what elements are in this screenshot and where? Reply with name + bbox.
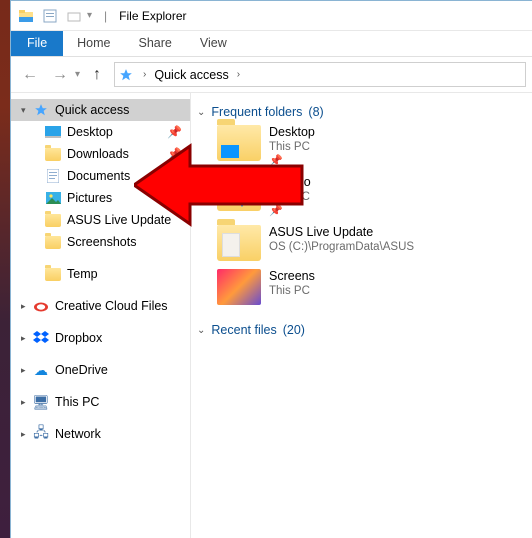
sidebar-item-label: Downloads	[67, 147, 129, 161]
address-bar: ← → ▾ ↑ › Quick access ›	[11, 57, 532, 93]
folder-icon	[45, 234, 61, 250]
titlebar: ▾ | File Explorer	[11, 1, 532, 31]
sidebar-item-label: Desktop	[67, 125, 113, 139]
breadcrumb-chevron-icon[interactable]: ›	[233, 69, 244, 80]
sidebar-item-this-pc[interactable]: 🖥 This PC	[11, 391, 190, 413]
breadcrumb-segment[interactable]: Quick access	[150, 66, 232, 84]
qat-properties-icon[interactable]	[41, 7, 59, 25]
sidebar-item-downloads[interactable]: Downloads 📌	[11, 143, 190, 165]
folder-icon	[217, 175, 261, 211]
onedrive-icon: ☁	[33, 362, 49, 378]
tile-sub: This PC	[269, 140, 315, 154]
creative-cloud-icon	[33, 298, 49, 314]
sidebar-item-label: ASUS Live Update	[67, 213, 171, 227]
document-icon	[45, 168, 61, 184]
folder-icon	[217, 225, 261, 261]
qat-dropdown-icon[interactable]: ▾	[87, 10, 92, 21]
picture-thumbnail-icon	[217, 269, 261, 305]
content-area: Quick access Desktop 📌 Downloads 📌 Docum…	[11, 93, 532, 538]
sidebar-item-creative-cloud[interactable]: Creative Cloud Files	[11, 295, 190, 317]
group-title: Frequent folders	[211, 105, 302, 119]
folder-icon	[45, 146, 61, 162]
main-pane: ⌄ Frequent folders (8) Desktop This PC 📌	[191, 93, 532, 538]
tile-screenshots[interactable]: Screens This PC	[217, 269, 307, 305]
titlebar-separator: |	[104, 9, 107, 23]
sidebar-item-onedrive[interactable]: ☁ OneDrive	[11, 359, 190, 381]
app-icon	[17, 7, 35, 25]
chevron-down-icon: ⌄	[197, 107, 205, 118]
tile-name: Downlo	[269, 175, 311, 190]
group-count: (20)	[283, 323, 305, 337]
tile-name: ASUS Live Update	[269, 225, 414, 240]
sidebar-item-label: OneDrive	[55, 363, 108, 377]
pictures-icon	[45, 190, 61, 206]
sidebar-item-pictures[interactable]: Pictures 📌	[11, 187, 190, 209]
ribbon-tab-share[interactable]: Share	[125, 32, 186, 56]
group-count: (8)	[308, 105, 323, 119]
nav-history-dropdown-icon[interactable]: ▾	[75, 69, 80, 80]
tile-sub: This PC	[269, 190, 311, 204]
nav-up-button[interactable]: ↑	[84, 62, 110, 88]
folder-icon	[45, 266, 61, 282]
pin-icon: 📌	[167, 169, 182, 183]
breadcrumb[interactable]: › Quick access ›	[114, 62, 526, 87]
sidebar-item-temp[interactable]: Temp	[11, 263, 190, 285]
group-title: Recent files	[211, 323, 276, 337]
quick-access-star-icon	[119, 68, 133, 82]
group-header-recent-files[interactable]: ⌄ Recent files (20)	[197, 319, 532, 343]
folder-icon	[217, 125, 261, 161]
navigation-sidebar: Quick access Desktop 📌 Downloads 📌 Docum…	[11, 93, 191, 538]
sidebar-item-label: Documents	[67, 169, 130, 183]
ribbon-tab-file[interactable]: File	[11, 31, 63, 56]
pin-icon: 📌	[269, 154, 315, 167]
sidebar-item-label: Quick access	[55, 103, 129, 117]
pin-icon: 📌	[167, 147, 182, 161]
breadcrumb-chevron-icon[interactable]: ›	[139, 69, 150, 80]
tile-asus-live-update[interactable]: ASUS Live Update OS (C:)\ProgramData\ASU…	[217, 225, 427, 261]
tile-sub: OS (C:)\ProgramData\ASUS	[269, 240, 414, 254]
desktop-icon	[45, 124, 61, 140]
ribbon-tab-view[interactable]: View	[186, 32, 241, 56]
desktop-wallpaper-strip	[0, 0, 10, 538]
this-pc-icon: 🖥	[33, 394, 49, 410]
sidebar-item-screenshots[interactable]: Screenshots	[11, 231, 190, 253]
ribbon-tab-home[interactable]: Home	[63, 32, 124, 56]
sidebar-item-label: Temp	[67, 267, 98, 281]
sidebar-item-asus-live-update[interactable]: ASUS Live Update	[11, 209, 190, 231]
sidebar-item-label: Pictures	[67, 191, 112, 205]
folder-icon	[45, 212, 61, 228]
window-title: File Explorer	[119, 9, 186, 23]
sidebar-item-label: Creative Cloud Files	[55, 299, 168, 313]
sidebar-item-quick-access[interactable]: Quick access	[11, 99, 190, 121]
pin-icon: 📌	[269, 204, 311, 217]
sidebar-item-dropbox[interactable]: Dropbox	[11, 327, 190, 349]
sidebar-item-label: Dropbox	[55, 331, 102, 345]
chevron-down-icon: ⌄	[197, 325, 205, 336]
network-icon: 🖧	[33, 426, 49, 442]
tile-desktop[interactable]: Desktop This PC 📌	[217, 125, 427, 167]
file-explorer-window: ▾ | File Explorer File Home Share View ←…	[10, 0, 532, 538]
frequent-folders-items: Desktop This PC 📌 Downlo This PC 📌	[197, 125, 532, 305]
pin-icon: 📌	[167, 125, 182, 139]
tile-sub: This PC	[269, 284, 315, 298]
qat-new-folder-icon[interactable]	[65, 7, 83, 25]
sidebar-item-label: This PC	[55, 395, 99, 409]
group-header-frequent-folders[interactable]: ⌄ Frequent folders (8)	[197, 101, 532, 125]
nav-back-button: ←	[17, 62, 43, 88]
star-icon	[33, 102, 49, 118]
sidebar-item-documents[interactable]: Documents 📌	[11, 165, 190, 187]
tile-name: Desktop	[269, 125, 315, 140]
tile-name: Screens	[269, 269, 315, 284]
pin-icon: 📌	[167, 191, 182, 205]
tile-downloads[interactable]: Downlo This PC 📌	[217, 175, 307, 217]
ribbon-tabs: File Home Share View	[11, 31, 532, 57]
dropbox-icon	[33, 330, 49, 346]
sidebar-item-label: Screenshots	[67, 235, 136, 249]
sidebar-item-label: Network	[55, 427, 101, 441]
sidebar-item-network[interactable]: 🖧 Network	[11, 423, 190, 445]
sidebar-item-desktop[interactable]: Desktop 📌	[11, 121, 190, 143]
nav-forward-button: →	[47, 62, 73, 88]
